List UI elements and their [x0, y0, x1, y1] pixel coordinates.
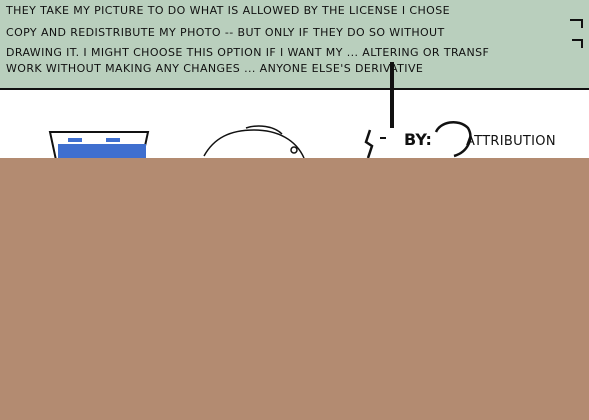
bracket-icon	[364, 129, 386, 159]
banner-line-2: COPY AND REDISTRIBUTE MY PHOTO -- BUT ON…	[6, 26, 445, 39]
attribution-label: ATTRIBUTION	[466, 134, 556, 149]
banner-line-4: WORK WITHOUT MAKING ANY CHANGES ... ANYO…	[6, 62, 424, 75]
license-badge-text: BY:	[404, 130, 432, 149]
corner-mark-icon	[570, 19, 583, 48]
bottom-fill-panel	[0, 158, 589, 420]
banner-line-1: THEY TAKE MY PICTURE TO DO WHAT IS ALLOW…	[6, 4, 450, 17]
pointer-line	[390, 62, 394, 128]
banner-line-3: DRAWING IT. I MIGHT CHOOSE THIS OPTION I…	[6, 46, 490, 59]
license-description-banner: THEY TAKE MY PICTURE TO DO WHAT IS ALLOW…	[0, 0, 589, 90]
blue-cup-icon	[48, 131, 150, 160]
